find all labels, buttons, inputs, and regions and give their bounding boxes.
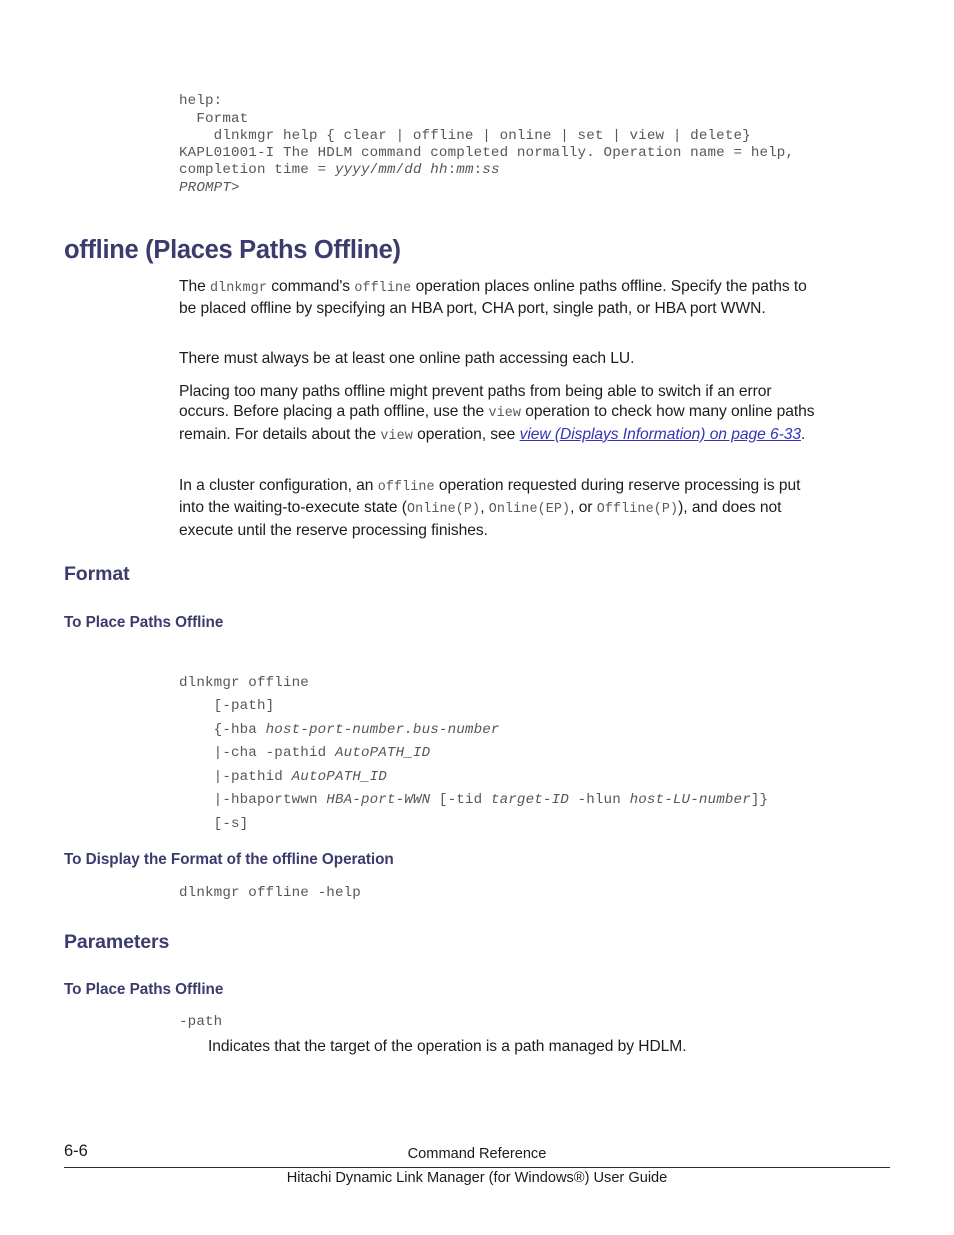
syntax-line-7: [-s]	[179, 815, 249, 832]
code-line-4-colon1: :	[447, 162, 457, 179]
page-title-offline: offline (Places Paths Offline)	[64, 236, 401, 264]
syntax-line-3-plain: {-hba	[179, 721, 266, 738]
syntax-line-6-plain-c: -hlun	[568, 792, 630, 808]
offline-help-code-block: dlnkmgr offline -help	[179, 885, 361, 901]
intro-paragraph-2: There must always be at least one online…	[179, 350, 635, 367]
syntax-line-4: |-cha -pathid AutoPATH_ID	[179, 745, 430, 761]
inline-code-offline-2: offline	[377, 480, 435, 495]
code-line-1: help:	[179, 93, 223, 110]
intro-p3-text-c: operation, see	[412, 425, 520, 443]
intro-paragraph-1: The dlnkmgr command's offline operation …	[179, 277, 819, 320]
intro-p3-period: .	[801, 425, 806, 443]
syntax-line-6-var-c: host-LU-number	[629, 792, 751, 808]
inline-code-online-ep: Online(EP)	[488, 502, 571, 518]
inline-code-view-1: view	[488, 406, 521, 422]
inline-code-online-p: Online(P)	[406, 502, 481, 518]
syntax-line-1: dlnkmgr offline	[179, 674, 309, 691]
syntax-line-6-var-a: HBA-port-WWN	[326, 792, 431, 808]
cross-reference-link-view[interactable]: view (Displays Information) on page 6-33	[520, 426, 801, 443]
syntax-line-3-var: host-port-number.bus-number	[265, 721, 500, 738]
code-line-4-dd: dd	[404, 162, 422, 179]
intro-p4-text-d: , or	[570, 499, 597, 517]
code-line-4-mm: mm	[378, 162, 396, 179]
syntax-line-4-var: AutoPATH_ID	[334, 745, 431, 761]
subheading-to-place-paths-offline-parameters: To Place Paths Offline	[64, 981, 224, 998]
intro-paragraph-4: In a cluster configuration, an offline o…	[179, 476, 819, 541]
intro-p4-comma: ,	[480, 499, 489, 517]
syntax-line-5: |-pathid AutoPATH_ID	[179, 769, 387, 785]
code-line-4-min: mm	[456, 162, 474, 179]
intro-paragraph-3: Placing too many paths offline might pre…	[179, 382, 819, 447]
code-line-4-sep1: /	[369, 162, 379, 179]
code-line-3: dlnkmgr help { clear | offline | online …	[179, 127, 751, 144]
code-line-2: Format	[179, 110, 249, 127]
footer-divider	[64, 1167, 890, 1168]
syntax-line-4-plain: |-cha -pathid	[179, 745, 335, 761]
code-line-4-sep2: /	[395, 162, 405, 179]
parameter-name-path: -path	[179, 1014, 223, 1030]
inline-code-view-2: view	[380, 428, 413, 444]
syntax-line-2: [-path]	[179, 698, 275, 714]
code-line-4-ss: ss	[482, 162, 500, 179]
syntax-line-6-plain-d: ]}	[750, 792, 769, 808]
syntax-line-6-plain-a: |-hbaportwwn	[179, 792, 327, 808]
help-output-code-block: help: Format dlnkmgr help { clear | offl…	[179, 76, 829, 197]
code-line-5-prompt: PROMPT>	[179, 179, 240, 196]
document-page: help: Format dlnkmgr help { clear | offl…	[0, 0, 954, 1235]
syntax-line-5-plain: |-pathid	[179, 768, 292, 785]
section-heading-parameters: Parameters	[64, 931, 170, 953]
format-syntax-code-block: dlnkmgr offline [-path] {-hba host-port-…	[179, 648, 829, 836]
syntax-line-5-var: AutoPATH_ID	[291, 768, 387, 785]
intro-p1-text-a: The	[179, 278, 211, 295]
section-heading-format: Format	[64, 563, 130, 585]
footer-book-title: Hitachi Dynamic Link Manager (for Window…	[286, 1170, 668, 1186]
code-line-4: KAPL01001-I The HDLM command completed n…	[179, 145, 803, 178]
inline-code-dlnkmgr: dlnkmgr	[210, 281, 267, 296]
intro-p4-text-a: In a cluster configuration, an	[179, 477, 378, 494]
syntax-line-6-plain-b: [-tid	[430, 792, 491, 808]
inline-code-offline-p: Offline(P)	[596, 502, 679, 518]
syntax-line-6-var-b: target-ID	[490, 792, 569, 808]
code-line-4-yyyy: yyyy	[334, 162, 370, 179]
inline-code-offline: offline	[354, 281, 412, 296]
code-line-4-hh: hh	[430, 162, 448, 179]
intro-p1-text-b: command's	[266, 278, 355, 295]
code-line-4-space	[422, 162, 431, 178]
footer-section-label: Command Reference	[407, 1146, 547, 1162]
code-line-4-colon2: :	[473, 162, 483, 179]
parameter-description-path: Indicates that the target of the operati…	[208, 1038, 687, 1055]
syntax-line-3: {-hba host-port-number.bus-number	[179, 722, 500, 738]
subheading-to-place-paths-offline-format: To Place Paths Offline	[64, 614, 224, 631]
subheading-display-format-of-offline-operation: To Display the Format of the offline Ope…	[64, 851, 394, 868]
syntax-line-6: |-hbaportwwn HBA-port-WWN [-tid target-I…	[179, 792, 768, 808]
